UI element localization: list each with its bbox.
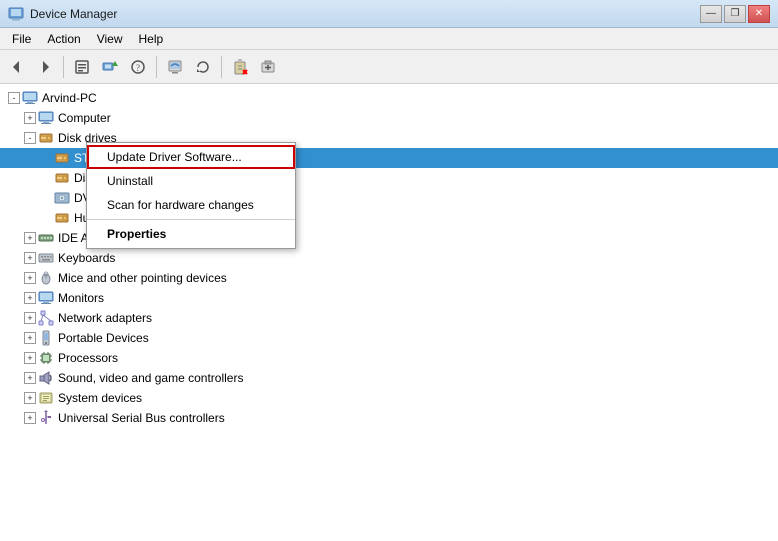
disk-drives-icon [38,130,54,146]
ide-icon [38,230,54,246]
menu-bar: File Action View Help [0,28,778,50]
monitors-label: Monitors [58,291,104,305]
computer-sub-icon [38,110,54,126]
expand-ide[interactable]: + [24,232,36,244]
toolbar-scan[interactable] [162,54,188,80]
tree-item-keyboards[interactable]: + Keyboards [0,248,778,268]
tree-item-mice[interactable]: + Mice and other pointing devices [0,268,778,288]
menu-help[interactable]: Help [131,28,172,49]
title-bar: Device Manager — ❐ ✕ [0,0,778,28]
computer-label: Computer [58,111,111,125]
expand-processors[interactable]: + [24,352,36,364]
toolbar-sep-2 [156,56,157,78]
dis-icon [54,170,70,186]
window-controls: — ❐ ✕ [700,5,770,23]
tree-item-root[interactable]: - Arvind-PC [0,88,778,108]
tree-item-processors[interactable]: + Processors [0,348,778,368]
menu-action[interactable]: Action [39,28,88,49]
window-title: Device Manager [30,7,117,21]
close-button[interactable]: ✕ [748,5,770,23]
expand-disk-drives[interactable]: - [24,132,36,144]
minimize-button[interactable]: — [700,5,722,23]
device-tree[interactable]: - Arvind-PC + [0,84,778,541]
toolbar-update[interactable] [97,54,123,80]
mice-label: Mice and other pointing devices [58,271,227,285]
context-menu-scan[interactable]: Scan for hardware changes [87,193,295,217]
system-icon [38,390,54,406]
tree-item-sound[interactable]: + Sound, video and game controllers [0,368,778,388]
toolbar-forward[interactable] [32,54,58,80]
toolbar-back[interactable] [4,54,30,80]
network-icon [38,310,54,326]
menu-view[interactable]: View [89,28,131,49]
tree-item-monitors[interactable]: + Monitors [0,288,778,308]
portable-icon [38,330,54,346]
context-menu-properties[interactable]: Properties [87,222,295,246]
tree-item-system[interactable]: + System devices [0,388,778,408]
toolbar-sep-3 [221,56,222,78]
context-menu-update-driver[interactable]: Update Driver Software... [87,145,295,169]
expand-system[interactable]: + [24,392,36,404]
context-menu-separator [87,219,295,220]
main-content: - Arvind-PC + [0,84,778,541]
expand-mice[interactable]: + [24,272,36,284]
root-label: Arvind-PC [42,91,97,105]
computer-icon [22,90,38,106]
hdd1-icon [54,150,70,166]
context-menu: Update Driver Software... Uninstall Scan… [86,142,296,249]
expand-sound[interactable]: + [24,372,36,384]
toolbar-sep-1 [63,56,64,78]
app-icon [8,6,24,22]
system-label: System devices [58,391,142,405]
restore-button[interactable]: ❐ [724,5,746,23]
expand-monitors[interactable]: + [24,292,36,304]
sound-label: Sound, video and game controllers [58,371,243,385]
expand-keyboards[interactable]: + [24,252,36,264]
tree-item-network[interactable]: + Network adapters [0,308,778,328]
usb-label: Universal Serial Bus controllers [58,411,225,425]
expand-computer[interactable]: + [24,112,36,124]
toolbar-properties[interactable] [69,54,95,80]
expand-root[interactable]: - [8,92,20,104]
network-label: Network adapters [58,311,152,325]
sound-icon [38,370,54,386]
keyboards-label: Keyboards [58,251,115,265]
keyboard-icon [38,250,54,266]
expand-usb[interactable]: + [24,412,36,424]
tree-item-portable[interactable]: + Portable Devices [0,328,778,348]
svg-text:?: ? [136,63,140,73]
context-menu-uninstall[interactable]: Uninstall [87,169,295,193]
hu-icon [54,210,70,226]
toolbar: ? [0,50,778,84]
tree-item-computer[interactable]: + Computer [0,108,778,128]
cpu-icon [38,350,54,366]
tree-item-usb[interactable]: + Universal Serial Bus controllers [0,408,778,428]
toolbar-uninstall[interactable] [227,54,253,80]
toolbar-add[interactable] [255,54,281,80]
toolbar-help[interactable]: ? [125,54,151,80]
mouse-icon [38,270,54,286]
usb-icon [38,410,54,426]
processors-label: Processors [58,351,118,365]
expand-network[interactable]: + [24,312,36,324]
expand-portable[interactable]: + [24,332,36,344]
portable-label: Portable Devices [58,331,149,345]
monitor-icon [38,290,54,306]
dvd-icon [54,190,70,206]
menu-file[interactable]: File [4,28,39,49]
toolbar-refresh[interactable] [190,54,216,80]
